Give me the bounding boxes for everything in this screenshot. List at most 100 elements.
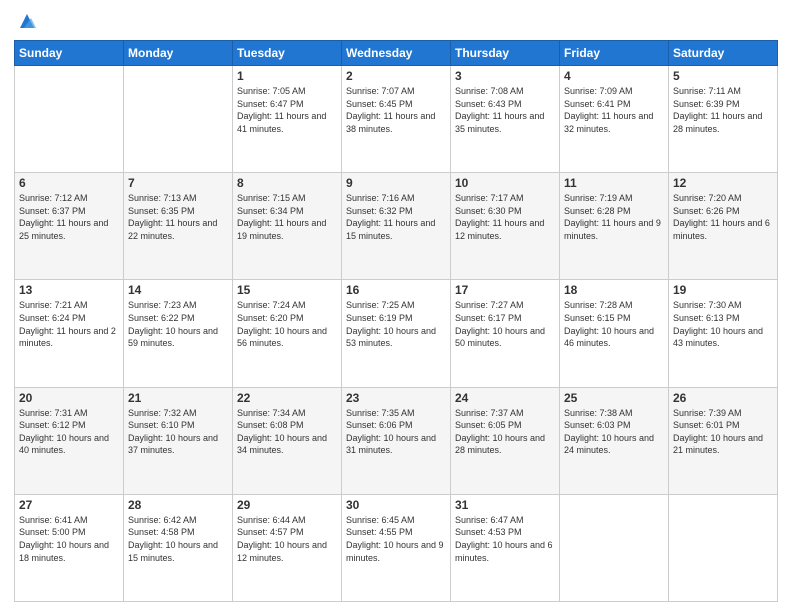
day-number: 22 <box>237 391 337 405</box>
day-info: Sunrise: 7:32 AM Sunset: 6:10 PM Dayligh… <box>128 407 228 457</box>
weekday-header-thursday: Thursday <box>451 41 560 66</box>
calendar-cell: 23 Sunrise: 7:35 AM Sunset: 6:06 PM Dayli… <box>342 387 451 494</box>
calendar-cell: 16 Sunrise: 7:25 AM Sunset: 6:19 PM Dayli… <box>342 280 451 387</box>
day-info: Sunrise: 7:19 AM Sunset: 6:28 PM Dayligh… <box>564 192 664 242</box>
day-info: Sunrise: 7:16 AM Sunset: 6:32 PM Dayligh… <box>346 192 446 242</box>
calendar-cell: 9 Sunrise: 7:16 AM Sunset: 6:32 PM Daylig… <box>342 173 451 280</box>
day-number: 29 <box>237 498 337 512</box>
day-info: Sunrise: 7:35 AM Sunset: 6:06 PM Dayligh… <box>346 407 446 457</box>
week-row-1: 1 Sunrise: 7:05 AM Sunset: 6:47 PM Daylig… <box>15 66 778 173</box>
day-info: Sunrise: 7:05 AM Sunset: 6:47 PM Dayligh… <box>237 85 337 135</box>
day-number: 13 <box>19 283 119 297</box>
day-info: Sunrise: 7:27 AM Sunset: 6:17 PM Dayligh… <box>455 299 555 349</box>
day-info: Sunrise: 7:23 AM Sunset: 6:22 PM Dayligh… <box>128 299 228 349</box>
day-info: Sunrise: 7:21 AM Sunset: 6:24 PM Dayligh… <box>19 299 119 349</box>
day-number: 19 <box>673 283 773 297</box>
calendar-cell <box>669 494 778 601</box>
logo-icon <box>16 10 38 32</box>
calendar-cell: 3 Sunrise: 7:08 AM Sunset: 6:43 PM Daylig… <box>451 66 560 173</box>
calendar-cell: 19 Sunrise: 7:30 AM Sunset: 6:13 PM Dayli… <box>669 280 778 387</box>
day-number: 27 <box>19 498 119 512</box>
calendar-cell: 11 Sunrise: 7:19 AM Sunset: 6:28 PM Dayli… <box>560 173 669 280</box>
weekday-header-sunday: Sunday <box>15 41 124 66</box>
day-number: 28 <box>128 498 228 512</box>
day-info: Sunrise: 7:07 AM Sunset: 6:45 PM Dayligh… <box>346 85 446 135</box>
day-number: 9 <box>346 176 446 190</box>
day-info: Sunrise: 6:47 AM Sunset: 4:53 PM Dayligh… <box>455 514 555 564</box>
weekday-header-monday: Monday <box>124 41 233 66</box>
day-info: Sunrise: 7:25 AM Sunset: 6:19 PM Dayligh… <box>346 299 446 349</box>
calendar-cell: 5Sunrise: 7:11 AM Sunset: 6:39 PM Daylig… <box>669 66 778 173</box>
week-row-2: 6 Sunrise: 7:12 AM Sunset: 6:37 PM Daylig… <box>15 173 778 280</box>
day-number: 30 <box>346 498 446 512</box>
weekday-header-row: SundayMondayTuesdayWednesdayThursdayFrid… <box>15 41 778 66</box>
day-info: Sunrise: 7:24 AM Sunset: 6:20 PM Dayligh… <box>237 299 337 349</box>
day-info: Sunrise: 6:45 AM Sunset: 4:55 PM Dayligh… <box>346 514 446 564</box>
day-number: 16 <box>346 283 446 297</box>
calendar-cell: 31Sunrise: 6:47 AM Sunset: 4:53 PM Dayli… <box>451 494 560 601</box>
day-number: 20 <box>19 391 119 405</box>
day-info: Sunrise: 7:08 AM Sunset: 6:43 PM Dayligh… <box>455 85 555 135</box>
calendar-cell: 14 Sunrise: 7:23 AM Sunset: 6:22 PM Dayli… <box>124 280 233 387</box>
day-info: Sunrise: 7:13 AM Sunset: 6:35 PM Dayligh… <box>128 192 228 242</box>
day-info: Sunrise: 7:15 AM Sunset: 6:34 PM Dayligh… <box>237 192 337 242</box>
week-row-3: 13 Sunrise: 7:21 AM Sunset: 6:24 PM Dayli… <box>15 280 778 387</box>
day-info: Sunrise: 6:44 AM Sunset: 4:57 PM Dayligh… <box>237 514 337 564</box>
calendar-cell: 4 Sunrise: 7:09 AM Sunset: 6:41 PM Daylig… <box>560 66 669 173</box>
calendar-cell: 2 Sunrise: 7:07 AM Sunset: 6:45 PM Daylig… <box>342 66 451 173</box>
day-number: 15 <box>237 283 337 297</box>
day-number: 7 <box>128 176 228 190</box>
day-number: 23 <box>346 391 446 405</box>
day-number: 25 <box>564 391 664 405</box>
day-info: Sunrise: 7:12 AM Sunset: 6:37 PM Dayligh… <box>19 192 119 242</box>
logo <box>14 10 38 32</box>
day-number: 11 <box>564 176 664 190</box>
day-number: 3 <box>455 69 555 83</box>
calendar-cell: 17 Sunrise: 7:27 AM Sunset: 6:17 PM Dayli… <box>451 280 560 387</box>
page: SundayMondayTuesdayWednesdayThursdayFrid… <box>0 0 792 612</box>
weekday-header-tuesday: Tuesday <box>233 41 342 66</box>
day-info: Sunrise: 7:37 AM Sunset: 6:05 PM Dayligh… <box>455 407 555 457</box>
calendar-cell: 6 Sunrise: 7:12 AM Sunset: 6:37 PM Daylig… <box>15 173 124 280</box>
day-info: Sunrise: 7:38 AM Sunset: 6:03 PM Dayligh… <box>564 407 664 457</box>
day-info: Sunrise: 7:28 AM Sunset: 6:15 PM Dayligh… <box>564 299 664 349</box>
day-number: 12 <box>673 176 773 190</box>
day-number: 8 <box>237 176 337 190</box>
header <box>14 10 778 32</box>
day-number: 4 <box>564 69 664 83</box>
calendar-cell: 21 Sunrise: 7:32 AM Sunset: 6:10 PM Dayli… <box>124 387 233 494</box>
calendar-cell <box>560 494 669 601</box>
calendar-table: SundayMondayTuesdayWednesdayThursdayFrid… <box>14 40 778 602</box>
calendar-cell: 13 Sunrise: 7:21 AM Sunset: 6:24 PM Dayli… <box>15 280 124 387</box>
day-number: 6 <box>19 176 119 190</box>
day-number: 10 <box>455 176 555 190</box>
weekday-header-wednesday: Wednesday <box>342 41 451 66</box>
day-number: 17 <box>455 283 555 297</box>
weekday-header-saturday: Saturday <box>669 41 778 66</box>
calendar-cell: 15 Sunrise: 7:24 AM Sunset: 6:20 PM Dayli… <box>233 280 342 387</box>
calendar-cell: 10 Sunrise: 7:17 AM Sunset: 6:30 PM Dayli… <box>451 173 560 280</box>
day-info: Sunrise: 6:42 AM Sunset: 4:58 PM Dayligh… <box>128 514 228 564</box>
calendar-cell: 29 Sunrise: 6:44 AM Sunset: 4:57 PM Dayli… <box>233 494 342 601</box>
day-number: 1 <box>237 69 337 83</box>
day-number: 24 <box>455 391 555 405</box>
day-number: 14 <box>128 283 228 297</box>
calendar-cell: 24 Sunrise: 7:37 AM Sunset: 6:05 PM Dayli… <box>451 387 560 494</box>
calendar-cell: 12 Sunrise: 7:20 AM Sunset: 6:26 PM Dayli… <box>669 173 778 280</box>
day-info: Sunrise: 7:34 AM Sunset: 6:08 PM Dayligh… <box>237 407 337 457</box>
calendar-cell: 30 Sunrise: 6:45 AM Sunset: 4:55 PM Dayli… <box>342 494 451 601</box>
day-info: Sunrise: 7:09 AM Sunset: 6:41 PM Dayligh… <box>564 85 664 135</box>
day-info: Sunrise: 7:30 AM Sunset: 6:13 PM Dayligh… <box>673 299 773 349</box>
calendar-cell: 28 Sunrise: 6:42 AM Sunset: 4:58 PM Dayli… <box>124 494 233 601</box>
day-number: 21 <box>128 391 228 405</box>
calendar-cell: 1 Sunrise: 7:05 AM Sunset: 6:47 PM Daylig… <box>233 66 342 173</box>
calendar-cell: 20Sunrise: 7:31 AM Sunset: 6:12 PM Dayli… <box>15 387 124 494</box>
day-info: Sunrise: 6:41 AM Sunset: 5:00 PM Dayligh… <box>19 514 119 564</box>
weekday-header-friday: Friday <box>560 41 669 66</box>
day-info: Sunrise: 7:17 AM Sunset: 6:30 PM Dayligh… <box>455 192 555 242</box>
day-number: 2 <box>346 69 446 83</box>
calendar-cell: 18Sunrise: 7:28 AM Sunset: 6:15 PM Dayli… <box>560 280 669 387</box>
day-info: Sunrise: 7:39 AM Sunset: 6:01 PM Dayligh… <box>673 407 773 457</box>
calendar-cell: 7 Sunrise: 7:13 AM Sunset: 6:35 PM Daylig… <box>124 173 233 280</box>
day-info: Sunrise: 7:20 AM Sunset: 6:26 PM Dayligh… <box>673 192 773 242</box>
